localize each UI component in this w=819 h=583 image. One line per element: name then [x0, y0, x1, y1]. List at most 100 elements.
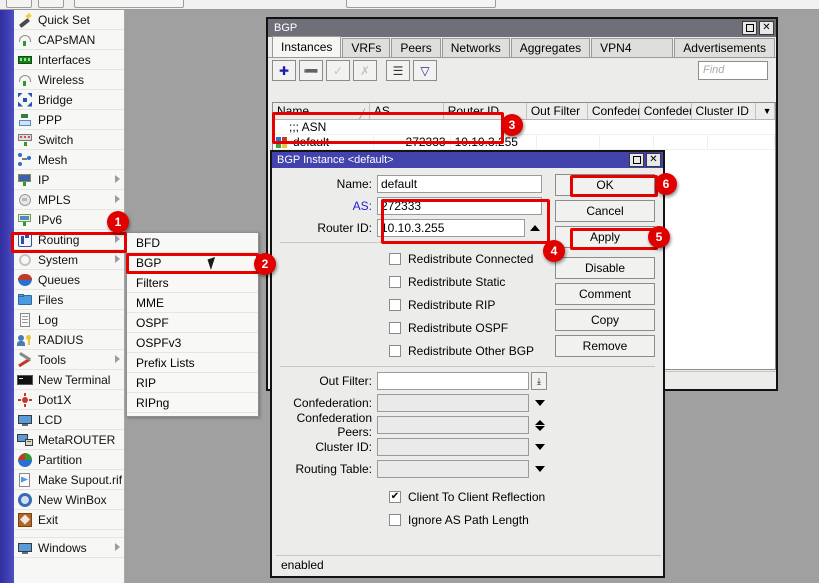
checkbox-client-to-client-reflection[interactable]: ✔ — [389, 491, 401, 503]
table-comment-row[interactable]: ;;; ASN — [273, 120, 775, 135]
apply-button[interactable]: Apply — [555, 226, 655, 248]
sidebar-item-radius[interactable]: RADIUS — [14, 330, 124, 350]
routing-menu-item-mme[interactable]: MME — [127, 293, 258, 313]
column-header-confeder[interactable]: Confeder... — [588, 103, 640, 119]
column-header-name[interactable]: Name╱ — [273, 103, 370, 119]
tab-advertisements[interactable]: Advertisements — [674, 38, 775, 57]
sidebar-item-capsman[interactable]: CAPsMAN — [14, 30, 124, 50]
column-header-out-filter[interactable]: Out Filter — [527, 103, 588, 119]
routing-menu-item-bgp[interactable]: BGP — [127, 253, 258, 273]
sidebar-item-quick-set[interactable]: Quick Set — [14, 10, 124, 30]
dropdown-input-outfilter[interactable] — [377, 372, 529, 390]
sidebar-item-system[interactable]: System — [14, 250, 124, 270]
copy-button[interactable]: Copy — [555, 309, 655, 331]
cancel-button[interactable]: Cancel — [555, 200, 655, 222]
comment-button[interactable]: ☰ — [386, 60, 410, 81]
field-input-name[interactable]: default — [377, 175, 542, 193]
checkbox-row[interactable]: Ignore AS Path Length — [272, 508, 663, 531]
sidebar-item-ip[interactable]: IP — [14, 170, 124, 190]
sidebar-item-exit[interactable]: Exit — [14, 510, 124, 530]
dialog-close-icon[interactable]: ✕ — [646, 153, 661, 167]
add-button[interactable]: ✚ — [272, 60, 296, 81]
sidebar-item-switch[interactable]: Switch — [14, 130, 124, 150]
sidebar-item-wireless[interactable]: Wireless — [14, 70, 124, 90]
routing-menu-item-filters[interactable]: Filters — [127, 273, 258, 293]
tab-peers[interactable]: Peers — [391, 38, 440, 57]
router-id-spinner[interactable] — [528, 225, 541, 231]
field-input-routerid[interactable]: 10.10.3.255 — [377, 219, 525, 237]
find-input[interactable]: Find — [698, 61, 768, 80]
ok-button[interactable]: OK — [555, 174, 655, 196]
sidebar-item-mpls[interactable]: MPLS — [14, 190, 124, 210]
sidebar-item-windows[interactable]: Windows — [14, 538, 124, 558]
field-input-as[interactable]: 272333 — [377, 197, 542, 215]
column-chooser-icon[interactable]: ▼ — [756, 103, 775, 119]
toolbar-field-2[interactable] — [346, 0, 496, 8]
sidebar-item-log[interactable]: Log — [14, 310, 124, 330]
sidebar-item-metarouter[interactable]: MetaROUTER — [14, 430, 124, 450]
sidebar-item-new-terminal[interactable]: New Terminal — [14, 370, 124, 390]
routing-menu-item-prefix-lists[interactable]: Prefix Lists — [127, 353, 258, 373]
tab-aggregates[interactable]: Aggregates — [511, 38, 590, 57]
sidebar-item-tools[interactable]: Tools — [14, 350, 124, 370]
maximize-icon[interactable] — [742, 21, 757, 35]
dialog-maximize-icon[interactable] — [629, 153, 644, 167]
sidebar-item-ppp[interactable]: PPP — [14, 110, 124, 130]
dropdown-input-clusterid[interactable] — [377, 438, 529, 456]
sidebar-item-mesh[interactable]: Mesh — [14, 150, 124, 170]
sidebar-item-routing[interactable]: Routing — [14, 230, 124, 250]
routing-menu-item-ripng[interactable]: RIPng — [127, 393, 258, 413]
toolbar-button-2[interactable] — [38, 0, 64, 8]
dropdown-input-confederationpeers[interactable] — [377, 416, 529, 434]
sidebar-item-new-winbox[interactable]: New WinBox — [14, 490, 124, 510]
sidebar-item-files[interactable]: Files — [14, 290, 124, 310]
bgp-instance-dialog: BGP Instance <default> ✕ Name:defaultAS:… — [270, 150, 665, 578]
routing-menu-item-rip[interactable]: RIP — [127, 373, 258, 393]
tab-instances[interactable]: Instances — [272, 36, 341, 57]
routing-menu-item-ospf[interactable]: OSPF — [127, 313, 258, 333]
filter-button[interactable]: ▽ — [413, 60, 437, 81]
dropdown-arrow-button[interactable] — [533, 466, 547, 472]
sidebar-item-lcd[interactable]: LCD — [14, 410, 124, 430]
sidebar-item-make-supout-rif[interactable]: Make Supout.rif — [14, 470, 124, 490]
tab-vrfs[interactable]: VRFs — [342, 38, 390, 57]
column-header-confeder[interactable]: Confeder... — [640, 103, 692, 119]
column-header-as[interactable]: AS — [370, 103, 444, 119]
checkbox-redistribute-ospf[interactable] — [389, 322, 401, 334]
comment-button[interactable]: Comment — [555, 283, 655, 305]
close-icon[interactable]: ✕ — [759, 21, 774, 35]
table-row[interactable]: default27233310.10.3.255 — [273, 135, 775, 150]
routing-submenu: BFDBGPFiltersMMEOSPFOSPFv3Prefix ListsRI… — [126, 232, 259, 417]
cell-as: 272333 — [374, 135, 451, 149]
tab-vpn4-routes[interactable]: VPN4 Routes — [591, 38, 673, 57]
routing-menu-item-bfd[interactable]: BFD — [127, 233, 258, 253]
checkbox-redistribute-connected[interactable] — [389, 253, 401, 265]
routing-menu-item-ospfv3[interactable]: OSPFv3 — [127, 333, 258, 353]
sidebar-item-bridge[interactable]: Bridge — [14, 90, 124, 110]
sidebar-item-partition[interactable]: Partition — [14, 450, 124, 470]
checkbox-redistribute-rip[interactable] — [389, 299, 401, 311]
dropdown-input-confederation[interactable] — [377, 394, 529, 412]
sidebar-item-queues[interactable]: Queues — [14, 270, 124, 290]
out-filter-dropdown-button[interactable]: ⤓ — [531, 372, 547, 390]
checkbox-redistribute-other-bgp[interactable] — [389, 345, 401, 357]
dropdown-row: Confederation Peers: — [272, 415, 663, 435]
checkbox-redistribute-static[interactable] — [389, 276, 401, 288]
column-header-cluster-id[interactable]: Cluster ID — [692, 103, 757, 119]
sidebar-item-dot1x[interactable]: Dot1X — [14, 390, 124, 410]
dropdown-row: Confederation: — [272, 393, 663, 413]
sidebar-item-interfaces[interactable]: Interfaces — [14, 50, 124, 70]
checkbox-row[interactable]: ✔Client To Client Reflection — [272, 485, 663, 508]
dropdown-arrow-button[interactable] — [533, 400, 547, 406]
dropdown-input-routingtable[interactable] — [377, 460, 529, 478]
toolbar-button-1[interactable] — [6, 0, 32, 8]
remove-button[interactable]: Remove — [555, 335, 655, 357]
sidebar-item-label: Interfaces — [38, 53, 91, 67]
tab-networks[interactable]: Networks — [442, 38, 510, 57]
checkbox-ignore-as-path-length[interactable] — [389, 514, 401, 526]
toolbar-field-1[interactable] — [74, 0, 184, 8]
confederation-peers-spinner[interactable] — [533, 420, 547, 431]
dropdown-arrow-button[interactable] — [533, 444, 547, 450]
disable-button[interactable]: Disable — [555, 257, 655, 279]
remove-button[interactable]: ➖ — [299, 60, 323, 81]
